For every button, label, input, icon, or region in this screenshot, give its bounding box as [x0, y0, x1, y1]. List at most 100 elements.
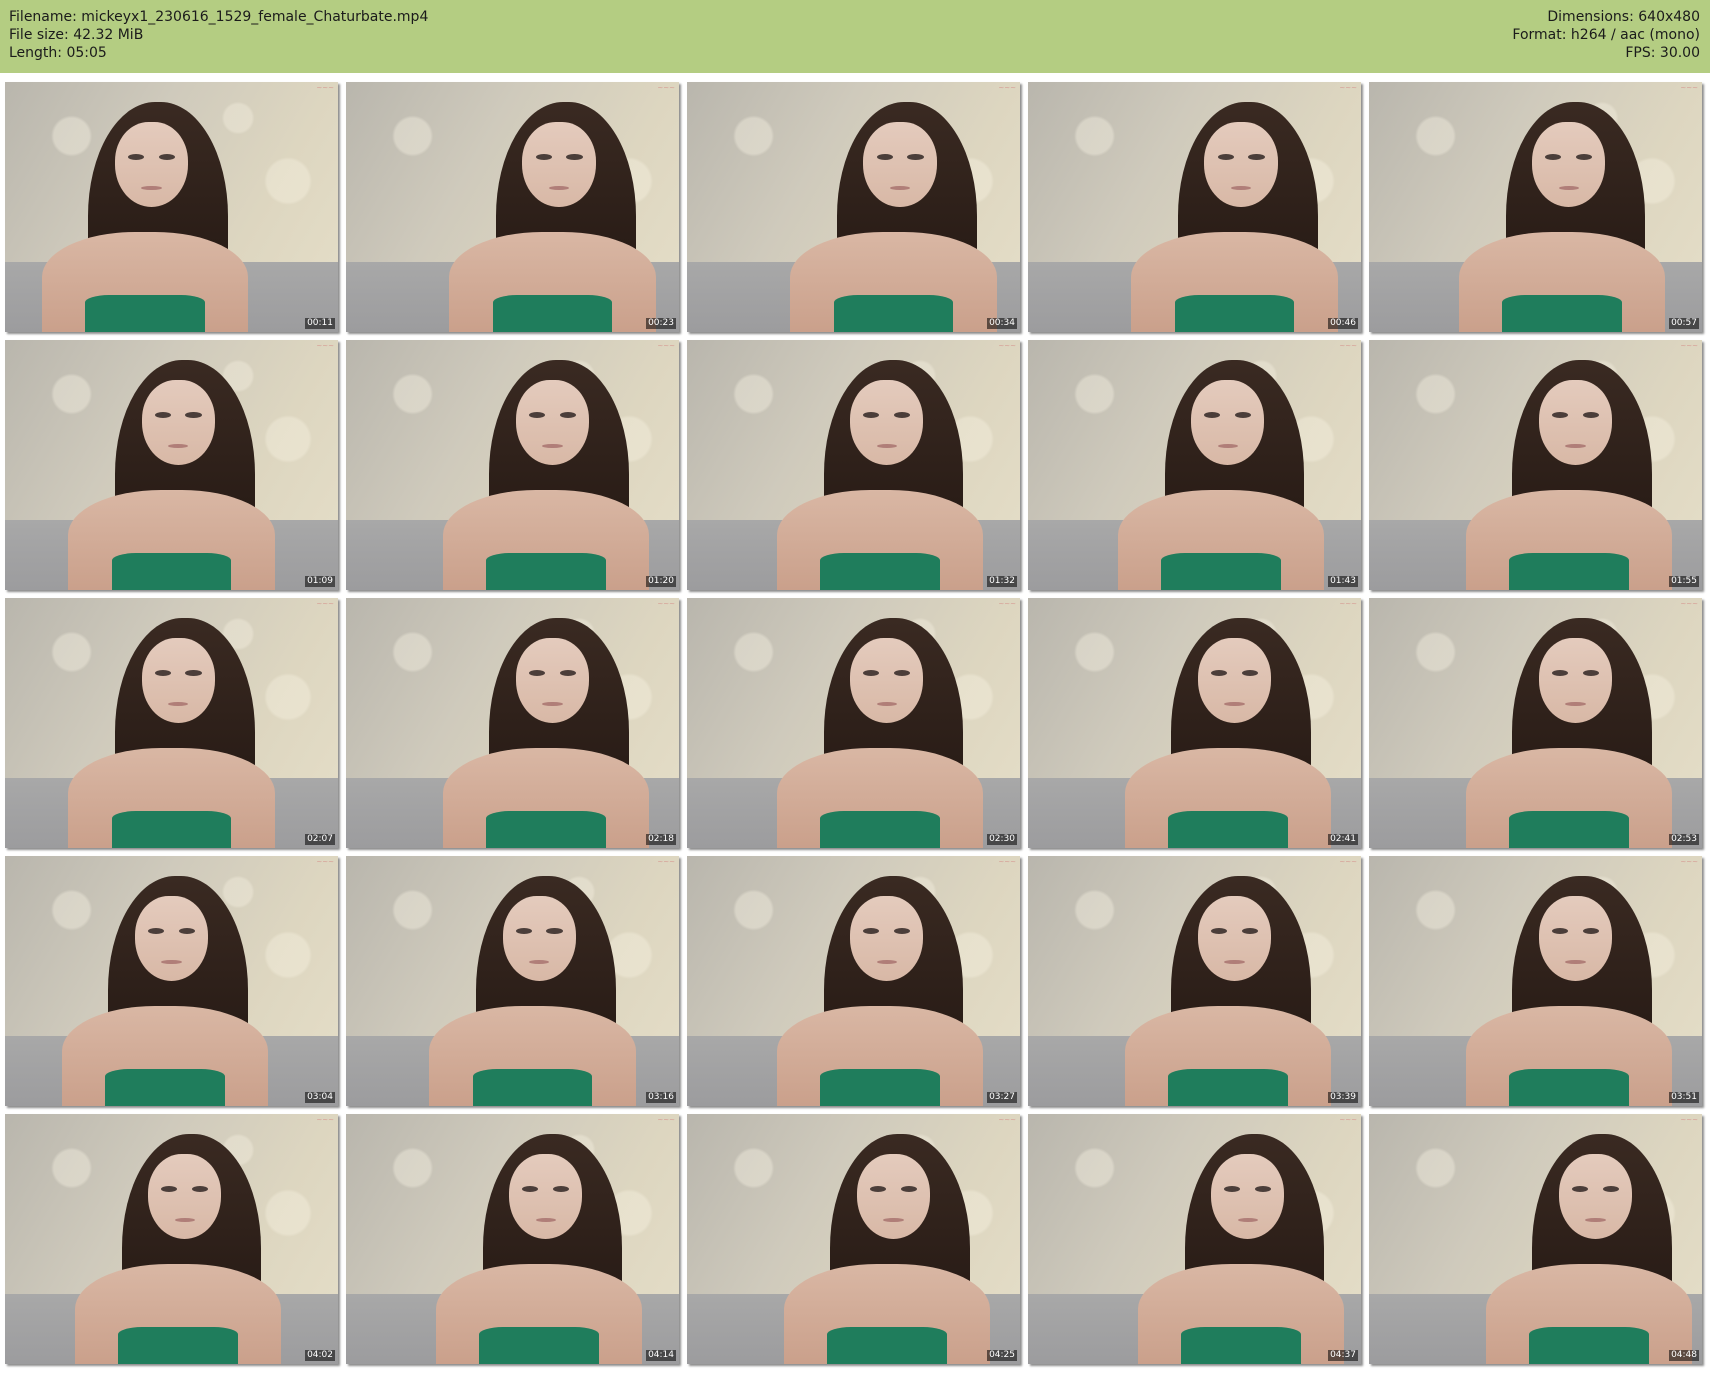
video-thumbnail[interactable]: ~~~ 01:09: [5, 340, 338, 590]
video-thumbnail[interactable]: ~~~ 02:07: [5, 598, 338, 848]
mouth-shape: [1565, 959, 1586, 964]
face-shape: [141, 638, 215, 723]
video-thumbnail[interactable]: ~~~ 01:55: [1369, 340, 1702, 590]
eye-shape: [128, 154, 145, 161]
eye-shape: [546, 928, 563, 935]
green-top-shape: [820, 1068, 941, 1106]
video-thumbnail[interactable]: ~~~ 04:48: [1369, 1114, 1702, 1364]
watermark-logo: ~~~: [998, 1116, 1016, 1124]
mouth-shape: [542, 701, 563, 706]
eye-shape: [515, 928, 532, 935]
green-top-shape: [1174, 294, 1295, 332]
eye-shape: [185, 412, 202, 419]
face-shape: [515, 638, 590, 723]
eye-shape: [161, 1186, 178, 1193]
video-thumbnail[interactable]: ~~~ 03:27: [687, 856, 1020, 1106]
face-shape: [1538, 896, 1613, 981]
eye-shape: [876, 154, 893, 161]
timestamp-label: 00:46: [1328, 318, 1358, 329]
mouth-shape: [1585, 1217, 1606, 1222]
face-shape: [141, 380, 215, 465]
mouth-shape: [1217, 443, 1239, 448]
video-thumbnail[interactable]: ~~~ 04:37: [1028, 1114, 1361, 1364]
face-shape: [1538, 638, 1613, 723]
video-thumbnail[interactable]: ~~~ 03:51: [1369, 856, 1702, 1106]
video-thumbnail[interactable]: ~~~ 01:32: [687, 340, 1020, 590]
green-top-shape: [485, 552, 606, 590]
face-shape: [148, 1154, 222, 1239]
eye-shape: [1552, 670, 1569, 677]
watermark-logo: ~~~: [998, 600, 1016, 608]
video-thumbnail[interactable]: ~~~ 04:02: [5, 1114, 338, 1364]
mouth-shape: [883, 1217, 904, 1222]
face-shape: [1532, 122, 1606, 207]
video-thumbnail[interactable]: ~~~ 00:34: [687, 82, 1020, 332]
eye-shape: [1211, 928, 1228, 935]
timestamp-label: 03:51: [1669, 1092, 1699, 1103]
green-top-shape: [1167, 810, 1288, 848]
video-thumbnail[interactable]: ~~~ 03:04: [5, 856, 338, 1106]
green-top-shape: [833, 294, 954, 332]
filesize-text: File size: 42.32 MiB: [9, 27, 144, 43]
dimensions-text: Dimensions: 640x480: [1547, 9, 1700, 25]
green-top-shape: [485, 810, 606, 848]
video-thumbnail[interactable]: ~~~ 00:57: [1369, 82, 1702, 332]
mouth-shape: [167, 701, 189, 706]
green-top-shape: [472, 1068, 593, 1106]
watermark-logo: ~~~: [316, 84, 334, 92]
timestamp-label: 02:41: [1328, 834, 1358, 845]
eye-shape: [185, 670, 202, 677]
green-top-shape: [1528, 1326, 1649, 1364]
video-thumbnail[interactable]: ~~~ 02:53: [1369, 598, 1702, 848]
eye-shape: [900, 1186, 917, 1193]
mouth-shape: [167, 443, 189, 448]
mouth-shape: [161, 959, 182, 964]
video-thumbnail[interactable]: ~~~ 00:11: [5, 82, 338, 332]
video-thumbnail[interactable]: ~~~ 02:41: [1028, 598, 1361, 848]
timestamp-label: 04:25: [987, 1350, 1017, 1361]
video-thumbnail[interactable]: ~~~ 03:16: [346, 856, 679, 1106]
eye-shape: [1576, 154, 1593, 161]
eye-shape: [1571, 1186, 1589, 1193]
green-top-shape: [1508, 552, 1629, 590]
timestamp-label: 04:37: [1328, 1350, 1358, 1361]
watermark-logo: ~~~: [1680, 858, 1698, 866]
video-thumbnail[interactable]: ~~~ 00:46: [1028, 82, 1361, 332]
mouth-shape: [1565, 701, 1586, 706]
face-shape: [863, 122, 937, 207]
video-thumbnail[interactable]: ~~~ 03:39: [1028, 856, 1361, 1106]
eye-shape: [863, 670, 880, 677]
eye-shape: [1545, 154, 1562, 161]
eye-shape: [529, 670, 546, 677]
video-thumbnail[interactable]: ~~~ 04:25: [687, 1114, 1020, 1364]
eye-shape: [192, 1186, 209, 1193]
watermark-logo: ~~~: [1339, 1116, 1357, 1124]
mouth-shape: [1558, 185, 1580, 190]
green-top-shape: [84, 294, 205, 332]
watermark-logo: ~~~: [657, 342, 675, 350]
video-thumbnail[interactable]: ~~~ 02:18: [346, 598, 679, 848]
video-thumbnail[interactable]: ~~~ 01:43: [1028, 340, 1361, 590]
mouth-shape: [1565, 443, 1586, 448]
video-thumbnail[interactable]: ~~~ 00:23: [346, 82, 679, 332]
timestamp-label: 01:20: [646, 576, 676, 587]
eye-shape: [1582, 412, 1599, 419]
video-thumbnail[interactable]: ~~~ 04:14: [346, 1114, 679, 1364]
timestamp-label: 01:55: [1669, 576, 1699, 587]
timestamp-label: 03:39: [1328, 1092, 1358, 1103]
video-thumbnail[interactable]: ~~~ 02:30: [687, 598, 1020, 848]
watermark-logo: ~~~: [1339, 600, 1357, 608]
watermark-logo: ~~~: [316, 342, 334, 350]
watermark-logo: ~~~: [657, 600, 675, 608]
watermark-logo: ~~~: [1339, 84, 1357, 92]
format-text: Format: h264 / aac (mono): [1512, 27, 1700, 43]
eye-shape: [535, 154, 552, 161]
video-thumbnail[interactable]: ~~~ 01:20: [346, 340, 679, 590]
eye-shape: [553, 1186, 570, 1193]
mouth-shape: [535, 1217, 557, 1222]
mouth-shape: [542, 443, 563, 448]
eye-shape: [1602, 1186, 1619, 1193]
video-info-header: Filename: mickeyx1_230616_1529_female_Ch…: [0, 0, 1710, 73]
eye-shape: [1255, 1186, 1272, 1193]
mouth-shape: [1237, 1217, 1258, 1222]
